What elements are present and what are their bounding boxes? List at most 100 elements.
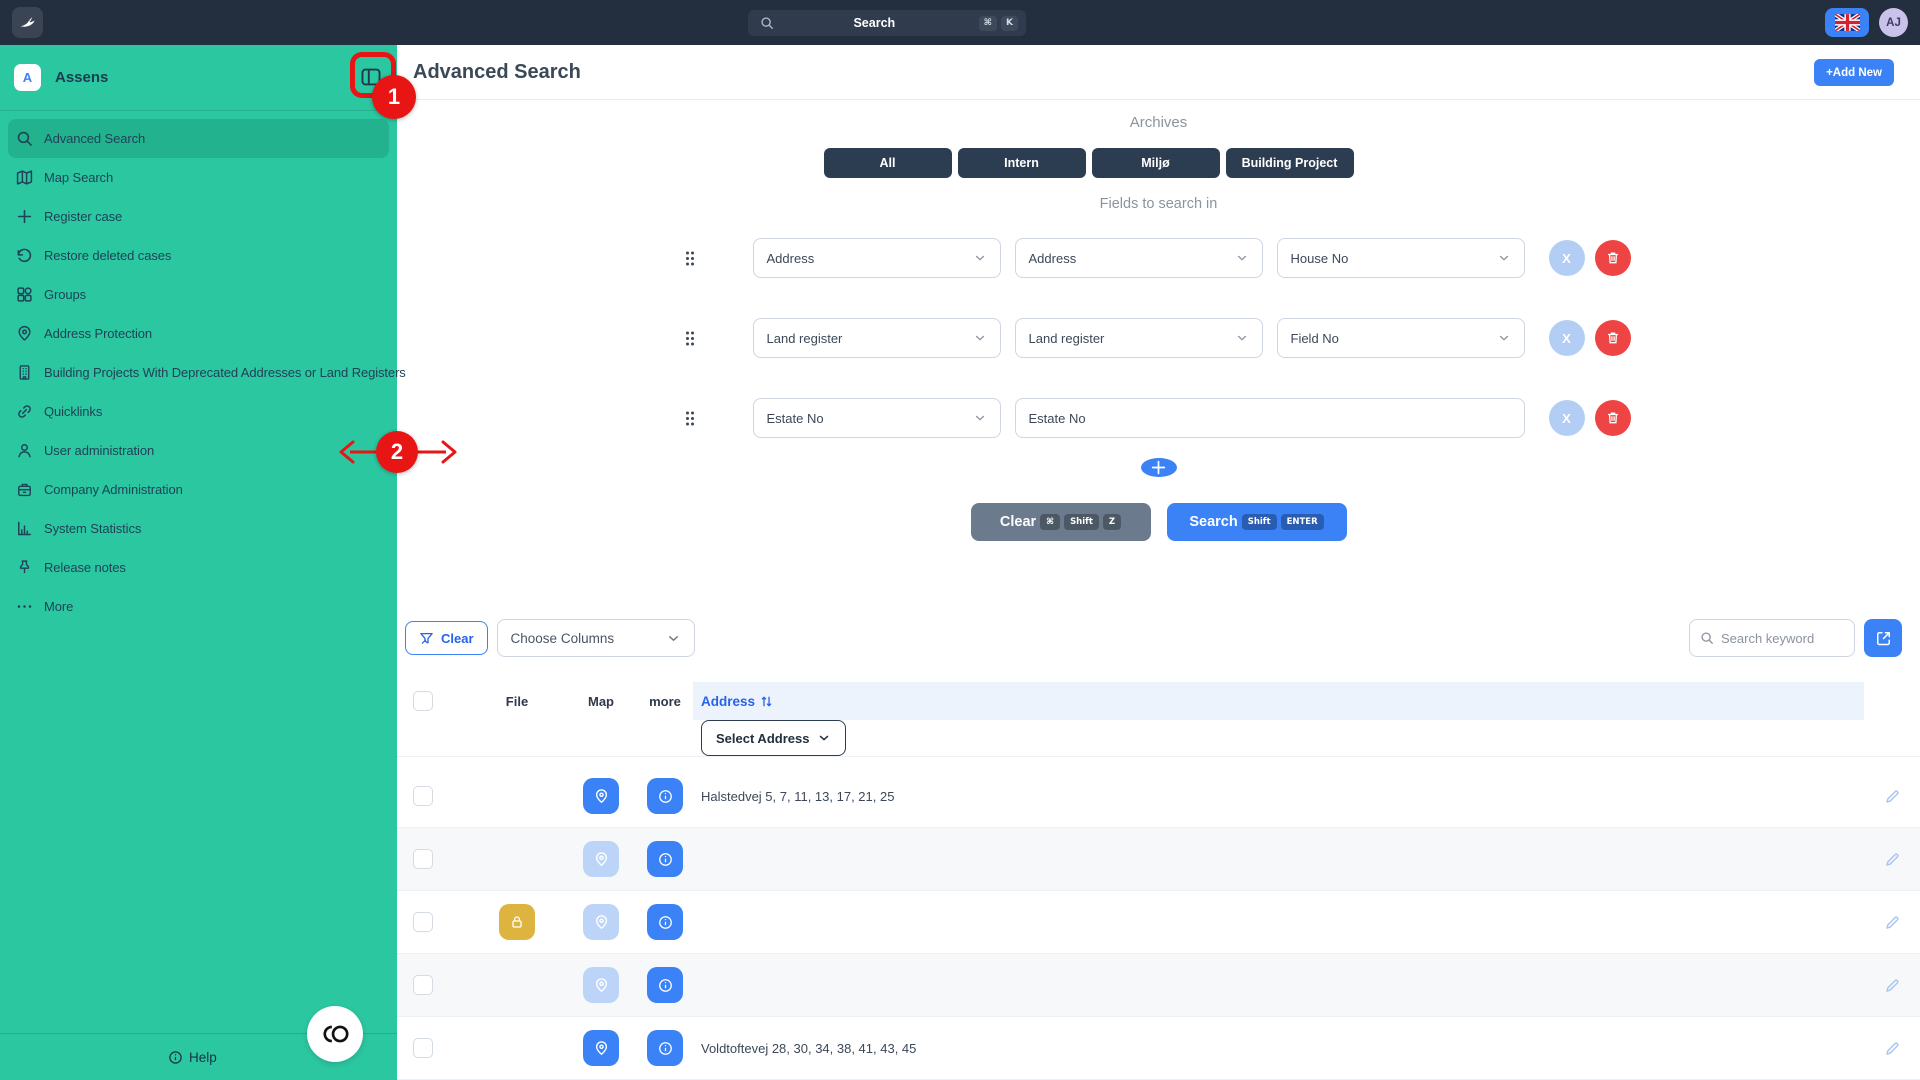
info-icon bbox=[657, 1040, 674, 1057]
sidebar-item-system-statistics[interactable]: System Statistics bbox=[8, 509, 389, 548]
drag-handle-icon[interactable] bbox=[684, 410, 696, 427]
sidebar-item-restore-deleted-cases[interactable]: Restore deleted cases bbox=[8, 236, 389, 275]
clear-row-button[interactable]: X bbox=[1549, 320, 1585, 356]
show-on-map-button[interactable] bbox=[583, 1030, 619, 1066]
help-button[interactable]: Help bbox=[168, 1050, 217, 1065]
row-info-button[interactable] bbox=[647, 841, 683, 877]
add-new-button[interactable]: +Add New bbox=[1814, 59, 1894, 86]
language-selector[interactable] bbox=[1825, 8, 1869, 37]
field-select[interactable]: Address bbox=[753, 238, 1001, 278]
row-info-button[interactable] bbox=[647, 904, 683, 940]
pencil-icon bbox=[1884, 851, 1901, 868]
page-title: Advanced Search bbox=[413, 61, 581, 84]
row-info-button[interactable] bbox=[647, 778, 683, 814]
chevron-down-icon bbox=[973, 331, 987, 345]
row-checkbox[interactable] bbox=[413, 975, 433, 995]
k-key-badge: K bbox=[1001, 16, 1018, 31]
field-select[interactable]: Land register bbox=[753, 318, 1001, 358]
edit-row-button[interactable] bbox=[1864, 788, 1920, 805]
chevron-down-icon bbox=[973, 251, 987, 265]
edit-row-button[interactable] bbox=[1864, 977, 1920, 994]
app-logo[interactable] bbox=[12, 7, 43, 38]
row-address: Voldtoftevej 28, 30, 34, 38, 41, 43, 45 bbox=[693, 1041, 1864, 1056]
field-select[interactable]: House No bbox=[1277, 238, 1525, 278]
trash-icon bbox=[1605, 410, 1621, 426]
edit-row-button[interactable] bbox=[1864, 851, 1920, 868]
app-root: Search ⌘ K AJ A Assens bbox=[0, 0, 1920, 1080]
info-icon bbox=[657, 914, 674, 931]
map-pin-icon bbox=[593, 788, 610, 805]
sidebar-item-company-administration[interactable]: Company Administration bbox=[8, 470, 389, 509]
clear-row-button[interactable]: X bbox=[1549, 240, 1585, 276]
drag-handle-icon[interactable] bbox=[684, 330, 696, 347]
field-select[interactable]: Estate No bbox=[753, 398, 1001, 438]
delete-row-button[interactable] bbox=[1595, 240, 1631, 276]
column-header-file: File bbox=[469, 694, 565, 709]
show-on-map-button[interactable] bbox=[583, 778, 619, 814]
archive-building-project-button[interactable]: Building Project bbox=[1226, 148, 1354, 178]
sidebar-collapse-button[interactable] bbox=[358, 64, 384, 90]
pencil-icon bbox=[1884, 977, 1901, 994]
sidebar-item-map-search[interactable]: Map Search bbox=[8, 158, 389, 197]
cmd-key-badge: ⌘ bbox=[1040, 514, 1060, 531]
row-checkbox[interactable] bbox=[413, 912, 433, 932]
row-checkbox[interactable] bbox=[413, 849, 433, 869]
column-header-map: Map bbox=[565, 694, 637, 709]
estate-no-input[interactable] bbox=[1015, 398, 1525, 438]
chat-widget-button[interactable] bbox=[307, 1006, 363, 1062]
run-search-button[interactable]: Search Shift ENTER bbox=[1167, 503, 1347, 541]
table-search-input[interactable] bbox=[1721, 631, 1841, 646]
topbar: Search ⌘ K AJ bbox=[0, 0, 1920, 45]
map-icon bbox=[16, 169, 33, 186]
row-info-button[interactable] bbox=[647, 967, 683, 1003]
archive-filter-group: All Intern Miljø Building Project bbox=[397, 148, 1780, 178]
select-all-checkbox[interactable] bbox=[413, 691, 433, 711]
add-field-row-button[interactable] bbox=[1141, 458, 1177, 477]
archive-intern-button[interactable]: Intern bbox=[958, 148, 1086, 178]
column-header-address[interactable]: Address bbox=[693, 682, 1864, 720]
sidebar-item-register-case[interactable]: Register case bbox=[8, 197, 389, 236]
sidebar-item-quicklinks[interactable]: Quicklinks bbox=[8, 392, 389, 431]
field-select[interactable]: Land register bbox=[1015, 318, 1263, 358]
delete-row-button[interactable] bbox=[1595, 400, 1631, 436]
archive-all-button[interactable]: All bbox=[824, 148, 952, 178]
sidebar-item-user-administration[interactable]: User administration bbox=[8, 431, 389, 470]
select-address-dropdown[interactable]: Select Address bbox=[701, 720, 846, 756]
row-checkbox[interactable] bbox=[413, 1038, 433, 1058]
sidebar-item-building-projects[interactable]: Building Projects With Deprecated Addres… bbox=[8, 353, 389, 392]
sidebar-item-groups[interactable]: Groups bbox=[8, 275, 389, 314]
sidebar-item-advanced-search[interactable]: Advanced Search bbox=[8, 119, 389, 158]
archive-miljo-button[interactable]: Miljø bbox=[1092, 148, 1220, 178]
table-row: Halstedvej 5, 7, 11, 13, 17, 21, 25 bbox=[397, 765, 1920, 828]
global-search[interactable]: Search ⌘ K bbox=[748, 10, 1026, 36]
clear-search-button[interactable]: Clear ⌘ Shift Z bbox=[971, 503, 1151, 541]
show-on-map-button-disabled bbox=[583, 904, 619, 940]
delete-row-button[interactable] bbox=[1595, 320, 1631, 356]
field-select[interactable]: Field No bbox=[1277, 318, 1525, 358]
table-row: Voldtoftevej 28, 30, 34, 38, 41, 43, 45 bbox=[397, 1017, 1920, 1080]
sidebar-item-address-protection[interactable]: Address Protection bbox=[8, 314, 389, 353]
lock-icon bbox=[509, 914, 525, 930]
edit-row-button[interactable] bbox=[1864, 914, 1920, 931]
export-button[interactable] bbox=[1864, 619, 1902, 657]
row-checkbox[interactable] bbox=[413, 786, 433, 806]
row-info-button[interactable] bbox=[647, 1030, 683, 1066]
table-search-box bbox=[1689, 619, 1855, 657]
clear-filters-button[interactable]: Clear bbox=[405, 621, 488, 655]
protected-file-button[interactable] bbox=[499, 904, 535, 940]
edit-row-button[interactable] bbox=[1864, 1040, 1920, 1057]
column-header-more: more bbox=[637, 694, 693, 709]
field-select[interactable]: Address bbox=[1015, 238, 1263, 278]
sort-icon[interactable] bbox=[759, 694, 774, 709]
plus-icon bbox=[1150, 459, 1167, 476]
clear-row-button[interactable]: X bbox=[1549, 400, 1585, 436]
filter-off-icon bbox=[419, 631, 434, 646]
sidebar-item-more[interactable]: More bbox=[8, 587, 389, 626]
sidebar-header: A Assens bbox=[0, 45, 397, 111]
sidebar-item-release-notes[interactable]: Release notes bbox=[8, 548, 389, 587]
user-avatar[interactable]: AJ bbox=[1879, 8, 1908, 37]
enter-key-badge: ENTER bbox=[1281, 514, 1324, 531]
choose-columns-select[interactable]: Choose Columns bbox=[497, 619, 695, 657]
uk-flag-icon bbox=[1835, 14, 1860, 31]
drag-handle-icon[interactable] bbox=[684, 250, 696, 267]
